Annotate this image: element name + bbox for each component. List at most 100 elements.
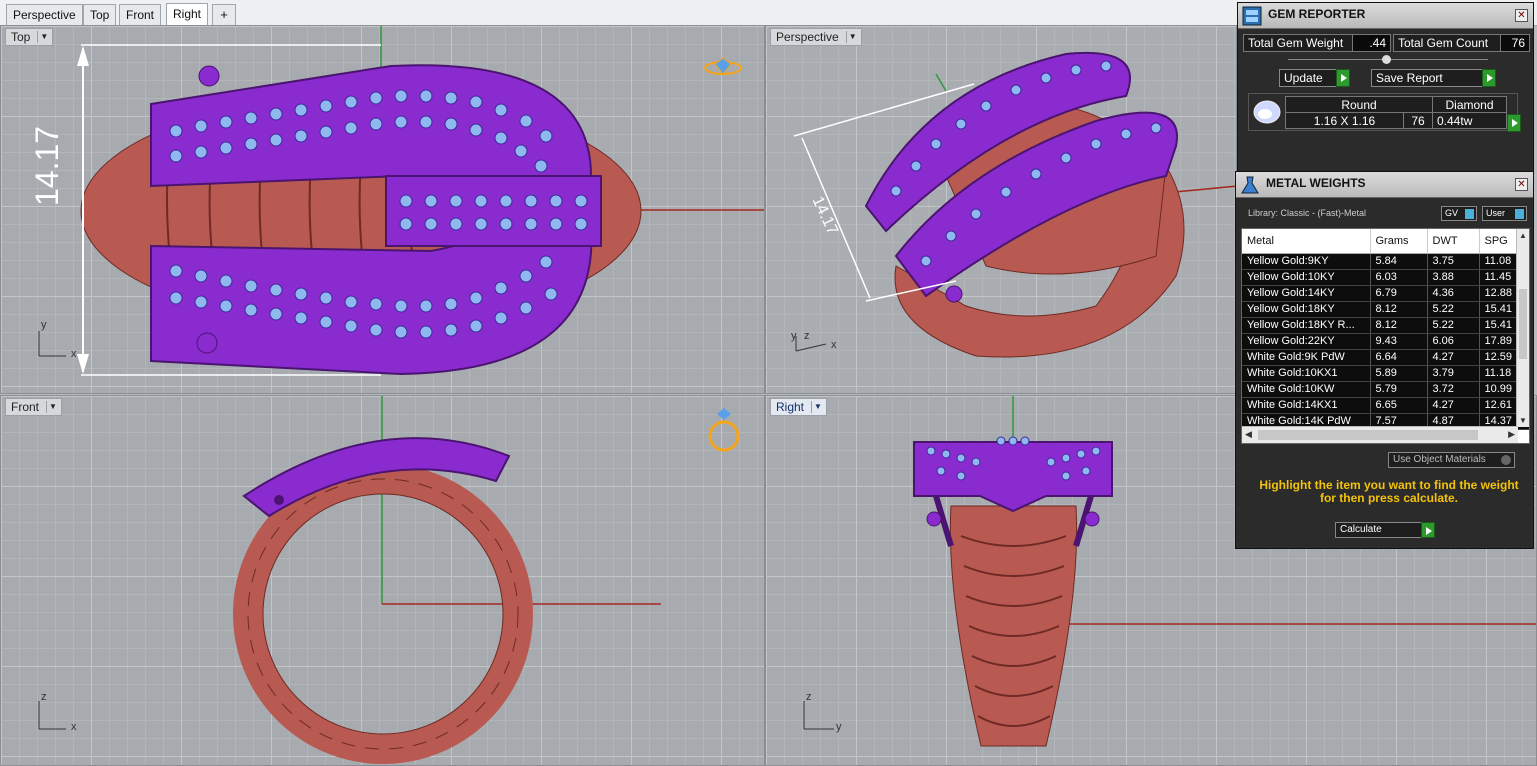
save-report-button[interactable]: Save Report [1371, 69, 1496, 87]
column-header-grams[interactable]: Grams [1370, 229, 1428, 254]
horizontal-scrollbar[interactable]: ◀ ▶ [1242, 426, 1518, 443]
user-button[interactable]: User [1482, 206, 1527, 221]
slider-thumb[interactable] [1382, 55, 1391, 64]
grams: 6.03 [1370, 269, 1428, 286]
table-row[interactable]: Yellow Gold:9KY 5.84 3.75 11.08 [1242, 253, 1529, 270]
dimension-label: 14.17 [29, 125, 65, 206]
scroll-thumb[interactable] [1519, 289, 1527, 359]
viewport-title: Right [776, 400, 805, 414]
gem-table-row[interactable]: 1.16 X 1.16 76 0.44tw [1285, 112, 1507, 129]
gem-reporter-icon [1242, 6, 1262, 26]
metal-table: Metal Grams DWT SPG Yellow Gold:9KY 5.84 3… [1242, 229, 1529, 430]
table-row[interactable]: Yellow Gold:18KY R... 8.12 5.22 15.41 [1242, 317, 1529, 334]
flask-icon [1241, 176, 1259, 194]
update-button[interactable]: Update [1279, 69, 1350, 87]
dwt: 5.22 [1427, 317, 1480, 334]
scroll-thumb[interactable] [1258, 430, 1478, 440]
gem-row-go-button[interactable] [1507, 114, 1521, 132]
chevron-down-icon[interactable]: ▼ [811, 401, 824, 413]
dwt: 3.79 [1427, 365, 1480, 382]
table-row[interactable]: Yellow Gold:22KY 9.43 6.06 17.89 [1242, 333, 1529, 350]
table-row[interactable]: White Gold:10KX1 5.89 3.79 11.18 [1242, 365, 1529, 382]
column-header-dwt[interactable]: DWT [1427, 229, 1480, 254]
plus-icon: + [220, 7, 228, 22]
metal-name: White Gold:9K PdW [1242, 349, 1371, 366]
metal-name: White Gold:10KW [1242, 381, 1371, 398]
total-gem-count-value: 76 [1500, 34, 1530, 52]
scroll-left-icon[interactable]: ◀ [1245, 429, 1252, 440]
close-icon[interactable]: ✕ [1515, 178, 1528, 191]
gem-reporter-panel: GEM REPORTER ✕ Total Gem Weight .44 Tota… [1237, 2, 1534, 172]
add-tab-button[interactable]: + [212, 4, 236, 25]
dwt: 3.72 [1427, 381, 1480, 398]
table-row[interactable]: White Gold:9K PdW 6.64 4.27 12.59 [1242, 349, 1529, 366]
grams: 8.12 [1370, 301, 1428, 318]
update-button-label: Update [1284, 71, 1323, 85]
table-row[interactable]: Yellow Gold:18KY 8.12 5.22 15.41 [1242, 301, 1529, 318]
gem-size: 1.16 X 1.16 [1285, 112, 1404, 129]
chevron-down-icon[interactable]: ▼ [845, 31, 859, 43]
grams: 5.79 [1370, 381, 1428, 398]
front-view-scene [38, 396, 740, 764]
metal-name: Yellow Gold:22KY [1242, 333, 1371, 350]
metal-table-header: Metal Grams DWT SPG [1242, 229, 1529, 254]
tab-perspective[interactable]: Perspective [6, 4, 83, 25]
gv-label: GV [1445, 208, 1459, 218]
grams: 9.43 [1370, 333, 1428, 350]
chevron-down-icon[interactable]: ▼ [46, 401, 59, 413]
table-row[interactable]: Yellow Gold:14KY 6.79 4.36 12.88 [1242, 285, 1529, 302]
viewport-label-front[interactable]: Front ▼ [5, 398, 63, 416]
use-object-materials-select[interactable]: Use Object Materials [1388, 452, 1515, 468]
calculate-hint: Highlight the item you want to find the … [1259, 478, 1519, 505]
toggle-icon [1515, 209, 1524, 219]
viewport-title: Front [11, 400, 40, 414]
gem-shape: Round [1285, 96, 1433, 113]
gem-size-slider[interactable] [1288, 55, 1488, 64]
calculate-button[interactable]: Calculate [1335, 522, 1435, 538]
grams: 5.84 [1370, 253, 1428, 270]
axis-x-label: x [71, 348, 77, 360]
axis-z-label: z [804, 330, 810, 342]
tab-front[interactable]: Front [119, 4, 162, 25]
gem-list: Round Diamond 1.16 X 1.16 76 0.44tw [1248, 93, 1521, 132]
viewport-front[interactable]: z x Front ▼ [0, 395, 765, 766]
scroll-down-icon[interactable]: ▼ [1519, 416, 1527, 425]
dropdown-icon [1501, 455, 1511, 465]
column-header-metal[interactable]: Metal [1242, 229, 1371, 254]
dwt: 3.75 [1427, 253, 1480, 270]
close-icon[interactable]: ✕ [1515, 9, 1528, 22]
library-label: Library: Classic - (Fast)-Metal [1248, 208, 1367, 218]
grams: 8.12 [1370, 317, 1428, 334]
use-object-materials-label: Use Object Materials [1393, 454, 1486, 465]
metal-table-container[interactable]: Metal Grams DWT SPG Yellow Gold:9KY 5.84 3… [1241, 228, 1530, 444]
dwt: 5.22 [1427, 301, 1480, 318]
gv-button[interactable]: GV [1441, 206, 1477, 221]
gem-reporter-titlebar[interactable]: GEM REPORTER ✕ [1238, 3, 1533, 29]
tab-right[interactable]: Right [166, 3, 209, 26]
tab-top[interactable]: Top [83, 4, 117, 25]
table-row[interactable]: White Gold:14KX1 6.65 4.27 12.61 [1242, 397, 1529, 414]
chevron-down-icon[interactable]: ▼ [37, 31, 50, 43]
viewport-label-right[interactable]: Right ▼ [770, 398, 828, 416]
total-gem-weight-value: .44 [1352, 34, 1391, 52]
axis-y-label: y [791, 330, 797, 342]
metal-weights-titlebar[interactable]: METAL WEIGHTS ✕ [1236, 172, 1533, 198]
metal-name: Yellow Gold:10KY [1242, 269, 1371, 286]
scroll-right-icon[interactable]: ▶ [1508, 429, 1515, 440]
table-row[interactable]: Yellow Gold:10KY 6.03 3.88 11.45 [1242, 269, 1529, 286]
viewport-perspective[interactable]: 14.17 y z x Perspective ▼ [765, 25, 1237, 394]
round-gem-icon [1253, 100, 1281, 124]
gem-type: Diamond [1432, 96, 1507, 113]
viewport-top[interactable]: 14.17 y x Top ▼ [0, 25, 765, 394]
axis-y-label: y [836, 721, 842, 733]
gem-table-header: Round Diamond [1285, 96, 1507, 113]
table-row[interactable]: White Gold:10KW 5.79 3.72 10.99 [1242, 381, 1529, 398]
viewport-label-perspective[interactable]: Perspective ▼ [770, 28, 862, 46]
vertical-scrollbar[interactable]: ▲ ▼ [1516, 229, 1529, 427]
viewport-label-top[interactable]: Top ▼ [5, 28, 54, 46]
scroll-up-icon[interactable]: ▲ [1519, 231, 1527, 240]
metal-name: White Gold:10KX1 [1242, 365, 1371, 382]
play-icon [1421, 522, 1435, 538]
user-label: User [1486, 208, 1506, 218]
toggle-icon [1465, 209, 1474, 219]
